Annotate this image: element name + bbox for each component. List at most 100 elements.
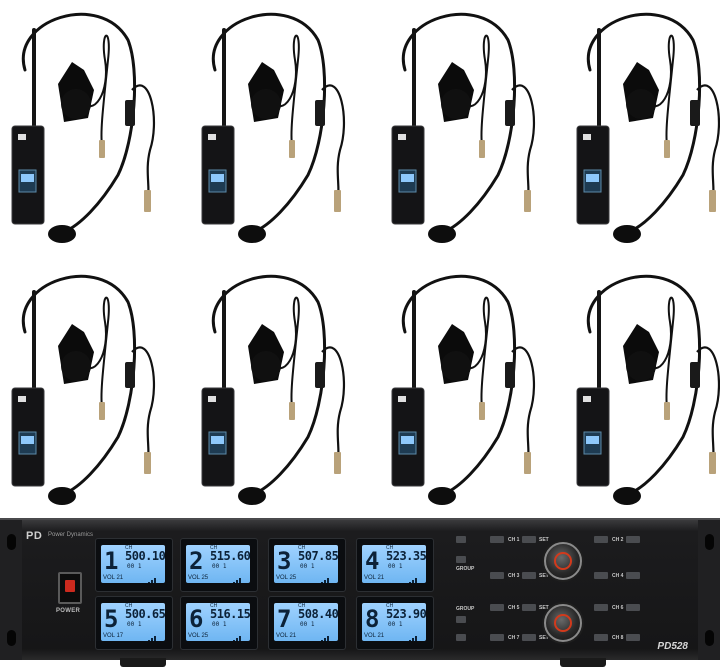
rack-hole	[7, 534, 16, 550]
mini-xlr-plug	[99, 140, 105, 158]
channel-group: 00 1	[300, 563, 315, 570]
set-button[interactable]	[594, 634, 608, 641]
mini-xlr-plug	[334, 190, 341, 212]
channel-button[interactable]	[490, 604, 504, 611]
volume-knob-lower[interactable]	[544, 604, 582, 642]
channel-frequency: 508.400	[298, 607, 338, 621]
control-panel: CH 1 SET CH 2 CH 3 SET CH 4 CH 5 SET CH 6 CH 7 SET…	[444, 520, 698, 660]
channel-lcd: 7CH508.40000 1VOL 21	[274, 603, 338, 641]
channel-frequency: 516.150	[210, 607, 250, 621]
channel-volume: VOL 21	[103, 575, 123, 581]
rack-ear-left	[0, 520, 22, 660]
volume-label: VOL	[188, 575, 200, 581]
set-button[interactable]	[522, 604, 536, 611]
volume-value: 25	[201, 633, 209, 639]
volume-knob-upper[interactable]	[544, 542, 582, 580]
channel-volume: VOL 21	[364, 575, 384, 581]
rack-hole	[705, 630, 714, 646]
transmitter-kit	[391, 12, 536, 243]
signal-bar	[321, 582, 323, 583]
channel-lcd: 5CH500.65000 1VOL 17	[101, 603, 165, 641]
bodypack-display-screen	[211, 174, 224, 182]
set-button[interactable]	[522, 572, 536, 579]
signal-bars-icon	[318, 627, 334, 641]
volume-label: VOL	[364, 633, 376, 639]
lavalier-mic-windscreen	[626, 89, 656, 119]
bodypack-display-screen	[586, 174, 599, 182]
channel-button[interactable]	[490, 536, 504, 543]
channel-button[interactable]	[490, 572, 504, 579]
set-button[interactable]	[594, 604, 608, 611]
volume-label: VOL	[276, 633, 288, 639]
headset-mic-windscreen	[428, 487, 456, 505]
volume-value: 21	[116, 575, 124, 581]
channel-group: 00 1	[127, 563, 142, 570]
volume-label: VOL	[188, 633, 200, 639]
cable-clip	[690, 362, 700, 388]
mini-xlr-plug	[144, 452, 151, 474]
group-button[interactable]	[456, 556, 466, 563]
channel-volume: VOL 21	[276, 633, 296, 639]
mini-xlr-plug	[709, 190, 716, 212]
lavalier-mic-windscreen	[61, 89, 91, 119]
headset-mic-windscreen	[613, 487, 641, 505]
channel-button[interactable]	[626, 604, 640, 611]
bodypack-logo	[398, 396, 406, 402]
signal-bar	[151, 638, 153, 641]
signal-bar	[233, 640, 235, 641]
bodypack-display-screen	[21, 174, 34, 182]
set-button-label: SET	[539, 573, 549, 579]
channel-button-label: CH 4	[612, 573, 624, 579]
channel-lcd: 1CH500.10000 1VOL 21	[101, 545, 165, 583]
volume-value: 17	[116, 633, 124, 639]
signal-bar	[236, 638, 238, 641]
signal-bar	[148, 582, 150, 583]
signal-bar	[412, 580, 414, 583]
volume-value: 21	[377, 575, 385, 581]
channel-lcd: 4CH523.35000 1VOL 21	[362, 545, 426, 583]
group-button[interactable]	[456, 616, 466, 623]
signal-bars-icon	[145, 627, 161, 641]
rack-hole	[7, 630, 16, 646]
signal-bar	[324, 638, 326, 641]
brand-logo: PD	[26, 530, 43, 542]
channel-button[interactable]	[490, 634, 504, 641]
set-button[interactable]	[522, 634, 536, 641]
channel-lcd: 2CH515.60000 1VOL 25	[186, 545, 250, 583]
headset-mic-windscreen	[48, 487, 76, 505]
channel-button[interactable]	[626, 634, 640, 641]
bodypack-logo	[398, 134, 406, 140]
set-button[interactable]	[522, 536, 536, 543]
mini-xlr-plug	[524, 190, 531, 212]
channel-window: 7CH508.40000 1VOL 21	[268, 596, 346, 650]
power-label: POWER	[56, 608, 81, 614]
signal-bar	[324, 580, 326, 583]
group-label: GROUP	[456, 606, 475, 612]
volume-label: VOL	[364, 575, 376, 581]
signal-bar	[412, 638, 414, 641]
lock-button[interactable]	[456, 634, 466, 641]
set-button[interactable]	[594, 572, 608, 579]
set-button[interactable]	[594, 536, 608, 543]
bodypack-display-screen	[211, 436, 224, 444]
bodypack-display-screen	[401, 174, 414, 182]
signal-bars-icon	[230, 627, 246, 641]
mini-xlr-plug	[479, 402, 485, 420]
channel-group: 00 1	[127, 621, 142, 628]
bodypack-logo	[18, 396, 26, 402]
cable-clip	[505, 362, 515, 388]
channel-window: 1CH500.10000 1VOL 21	[95, 538, 173, 592]
channel-button[interactable]	[626, 572, 640, 579]
power-switch[interactable]	[58, 572, 82, 604]
lavalier-mic-windscreen	[441, 351, 471, 381]
channel-number: 3	[277, 547, 292, 575]
signal-bar	[239, 578, 241, 583]
mini-xlr-plug	[289, 402, 295, 420]
channel-button[interactable]	[626, 536, 640, 543]
signal-bars-icon	[318, 569, 334, 583]
bodypack-logo	[18, 134, 26, 140]
lock-button[interactable]	[456, 536, 466, 543]
cable-clip	[315, 362, 325, 388]
headset-mic-windscreen	[428, 225, 456, 243]
signal-bars-icon	[406, 627, 422, 641]
